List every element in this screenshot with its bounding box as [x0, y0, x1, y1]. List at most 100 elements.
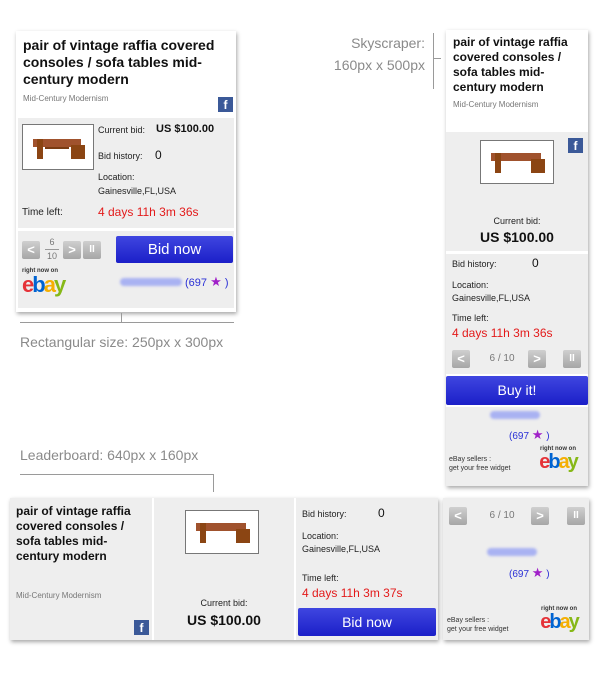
skyscraper-name-annotation: Skyscraper: [351, 35, 425, 51]
sky-facebook-icon[interactable]: f [568, 138, 583, 153]
lead-sellers-line2: get your free widget [447, 626, 509, 633]
lead-star-icon: ★ [531, 565, 544, 580]
current-bid-price: US $100.00 [156, 123, 215, 135]
lead-ebay-logo-y: y [568, 611, 580, 633]
lead-facebook-icon[interactable]: f [134, 620, 149, 635]
sky-seller-name-blurred[interactable] [490, 411, 540, 419]
leaderboard-widget: pair of vintage raffia covered consoles … [10, 498, 438, 640]
next-button[interactable]: > [63, 241, 81, 259]
lead-listing-title[interactable]: pair of vintage raffia covered consoles … [16, 504, 146, 564]
sky-item-thumbnail[interactable] [480, 140, 554, 184]
seller-name-blurred[interactable] [120, 278, 182, 286]
sky-details-panel: Bid history: 0 Location: Gainesville,FL,… [446, 254, 588, 374]
sky-sellers-line1: eBay sellers : [449, 456, 492, 463]
sky-footer-panel: (697 ★ ) eBay sellers : get your free wi… [446, 407, 588, 486]
sky-item-image [491, 153, 545, 173]
ebay-logo-y: y [53, 272, 66, 297]
lead-ebay-logo-b: b [549, 611, 561, 633]
feedback-score: (697 [185, 277, 208, 289]
star-icon: ★ [210, 274, 222, 289]
sky-current-bid-label: Current bid: [493, 216, 541, 226]
sky-image-panel: f Current bid: US $100.00 [446, 132, 588, 251]
lead-time-left-value: 4 days 11h 3m 37s [302, 586, 403, 600]
sky-category-label[interactable]: Mid-Century Modernism [453, 100, 538, 109]
bid-history-label: Bid history: [98, 151, 143, 161]
sky-next-button[interactable]: > [528, 350, 546, 368]
sky-prev-button[interactable]: < [452, 350, 470, 368]
time-left-value: 4 days 11h 3m 36s [98, 205, 199, 219]
lead-sellers-line1: eBay sellers : [447, 617, 490, 624]
lead-item-image [196, 523, 250, 543]
prev-button[interactable]: < [22, 241, 40, 259]
leaderboard-nav-widget: < 6 / 10 > II (697 ★ ) eBay sellers : ge… [443, 498, 589, 640]
sky-bid-count: 0 [532, 256, 539, 270]
bid-now-button[interactable]: Bid now [116, 236, 233, 263]
lead-ebay-badge[interactable]: right now on ebay [533, 606, 585, 632]
rect-action-panel: < 6 10 > II Bid now right now on ebay (6… [18, 231, 234, 308]
skyscraper-widget: pair of vintage raffia covered consoles … [446, 30, 588, 486]
ebay-badge[interactable]: right now on ebay [22, 268, 74, 304]
ebay-logo-e: e [22, 272, 34, 297]
pager-current: 6 [49, 237, 55, 247]
time-left-label: Time left: [22, 207, 63, 218]
seller-feedback[interactable]: (697 ★ ) [185, 274, 228, 290]
leaderboard-bracket-tick [213, 474, 214, 492]
lead-details-panel: Bid history: 0 Location: Gainesville,FL,… [296, 498, 438, 640]
lead-ebay-logo-a: a [559, 611, 571, 633]
sky-star-icon: ★ [531, 427, 544, 442]
lead-nav-panel: < 6 / 10 > II (697 ★ ) eBay sellers : ge… [443, 498, 589, 640]
sky-ebay-logo: ebay [532, 452, 584, 472]
lead-item-thumbnail[interactable] [185, 510, 259, 554]
sky-ebay-logo-b: b [548, 451, 560, 473]
sky-location-value: Gainesville,FL,USA [452, 293, 531, 303]
rect-size-bracket [20, 322, 234, 323]
lead-next-button[interactable]: > [531, 507, 549, 525]
lead-bid-history-label: Bid history: [302, 509, 347, 519]
lead-feedback-close: ) [546, 569, 550, 580]
sky-seller-feedback[interactable]: (697 ★ ) [509, 427, 550, 443]
sky-ebay-badge[interactable]: right now on ebay [532, 446, 584, 472]
facebook-icon[interactable]: f [218, 97, 233, 112]
lead-seller-name-blurred[interactable] [487, 548, 537, 556]
lead-pause-button[interactable]: II [567, 507, 585, 525]
lead-seller-feedback[interactable]: (697 ★ ) [509, 565, 550, 581]
skyscraper-bracket [433, 33, 434, 89]
leaderboard-bracket [20, 474, 213, 475]
lead-pager-label: 6 / 10 [489, 510, 515, 521]
feedback-close: ) [224, 277, 229, 289]
sky-pause-button[interactable]: II [563, 350, 581, 368]
sky-feedback-close: ) [546, 431, 550, 442]
rect-size-bracket-tick [121, 313, 122, 322]
location-value: Gainesville,FL,USA [98, 186, 177, 196]
sky-sellers-line2: get your free widget [449, 465, 511, 472]
sky-bid-history-label: Bid history: [452, 259, 497, 269]
listing-title[interactable]: pair of vintage raffia covered consoles … [23, 37, 231, 88]
sky-sellers-link[interactable]: eBay sellers : get your free widget [449, 455, 510, 473]
lead-category-label[interactable]: Mid-Century Modernism [16, 591, 101, 600]
ebay-logo: ebay [22, 274, 74, 296]
lead-current-bid-price: US $100.00 [187, 612, 261, 628]
sky-feedback-score: (697 [509, 431, 530, 442]
buy-it-button[interactable]: Buy it! [446, 376, 588, 405]
item-image [33, 139, 85, 159]
category-label[interactable]: Mid-Century Modernism [23, 94, 108, 103]
sky-pager-label: 6 / 10 [489, 353, 515, 364]
ebay-logo-b: b [32, 272, 46, 297]
sky-current-bid-price: US $100.00 [480, 229, 554, 245]
lead-bid-now-button[interactable]: Bid now [298, 608, 436, 636]
ebay-logo-a: a [43, 272, 56, 297]
lead-ebay-logo: ebay [533, 612, 585, 632]
sky-location-label: Location: [452, 280, 489, 290]
skyscraper-bracket-tick [433, 58, 441, 59]
item-thumbnail[interactable] [22, 124, 94, 170]
lead-time-left-label: Time left: [302, 573, 339, 583]
pause-button[interactable]: II [83, 241, 101, 259]
lead-sellers-link[interactable]: eBay sellers : get your free widget [447, 616, 508, 634]
sky-ebay-logo-y: y [567, 451, 579, 473]
lead-title-panel: pair of vintage raffia covered consoles … [10, 498, 152, 640]
lead-current-bid-label: Current bid: [200, 598, 248, 608]
sky-listing-title[interactable]: pair of vintage raffia covered consoles … [453, 35, 585, 95]
lead-image-panel: Current bid: US $100.00 [154, 498, 294, 640]
lead-prev-button[interactable]: < [449, 507, 467, 525]
sky-time-left-label: Time left: [452, 313, 489, 323]
